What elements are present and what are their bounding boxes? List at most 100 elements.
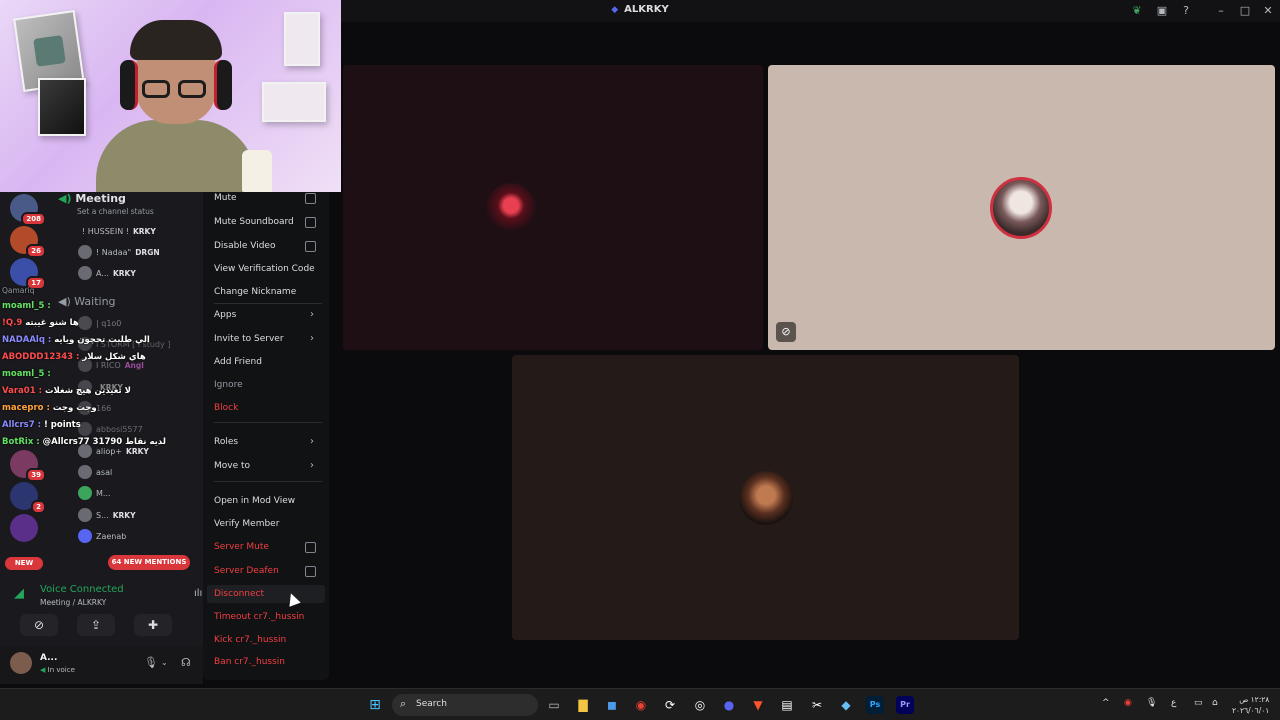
voice-user-name: ! HUSSEIN ! — [82, 226, 129, 236]
menu-item-timeout[interactable]: Timeout cr7._hussin — [214, 608, 322, 626]
chrome-icon[interactable]: ◉ — [632, 696, 650, 714]
menu-item-disable-video[interactable]: Disable Video — [214, 237, 322, 255]
avatar — [78, 486, 92, 500]
premiere-icon[interactable]: Pr — [896, 696, 914, 714]
voice-channel-meeting[interactable]: ◀) Meeting — [58, 192, 126, 205]
minimize-icon[interactable]: – — [1213, 3, 1229, 19]
menu-separator — [214, 303, 322, 304]
voice-user[interactable]: ! Nadaa" DRGN — [78, 244, 160, 260]
notepad-icon[interactable]: ▤ — [778, 696, 796, 714]
checkbox[interactable] — [305, 566, 316, 577]
menu-item-ignore[interactable]: Ignore — [214, 376, 322, 394]
brave-icon[interactable]: ▼ — [749, 696, 767, 714]
maximize-icon[interactable]: □ — [1237, 3, 1253, 19]
activities-button[interactable]: ✚ — [134, 614, 172, 636]
channel-name: Waiting — [74, 295, 116, 308]
chat-text: ها شنو غيبته — [25, 318, 79, 328]
menu-item-roles[interactable]: Roles › — [214, 433, 322, 451]
server-icon[interactable]: 17 — [10, 258, 46, 290]
tray-app-icon[interactable]: ◉ — [1124, 698, 1132, 708]
menu-item-kick[interactable]: Kick cr7._hussin — [214, 631, 322, 649]
new-pill[interactable]: NEW — [5, 557, 43, 570]
menu-item-move-to[interactable]: Move to › — [214, 457, 322, 475]
user-status-text: In voice — [47, 666, 75, 674]
taskbar-clock[interactable]: ١٢:٢٨ ص ٢٠٢٦/٠٦/٠١ — [1232, 694, 1269, 716]
discord-icon[interactable]: ● — [720, 696, 738, 714]
menu-item-mute-soundboard[interactable]: Mute Soundboard — [214, 213, 322, 231]
tray-mic-icon[interactable]: 🎙 — [1146, 698, 1157, 708]
menu-item-apps[interactable]: Apps › — [214, 306, 322, 324]
menu-item-verify-member[interactable]: Verify Member — [214, 515, 322, 533]
checkbox[interactable] — [305, 193, 316, 204]
camera-off-button[interactable]: ⊘ — [20, 614, 58, 636]
award-frame — [284, 12, 320, 66]
signal-icon[interactable]: ◢ — [14, 586, 24, 601]
menu-item-invite-to-server[interactable]: Invite to Server › — [214, 330, 322, 348]
chat-user: macepro : — [2, 403, 50, 413]
menu-item-open-in-mod-view[interactable]: Open in Mod View — [214, 492, 322, 510]
channel-status[interactable]: Set a channel status — [77, 207, 154, 216]
tray-expand-icon[interactable]: ^ — [1102, 698, 1110, 708]
voice-user[interactable]: M... — [78, 485, 111, 501]
chat-text: وجت وجت — [52, 403, 97, 413]
menu-item-add-friend[interactable]: Add Friend — [214, 353, 322, 371]
capcut-icon[interactable]: ✂ — [808, 696, 826, 714]
voice-user[interactable]: A... KRKY — [78, 265, 136, 281]
video-tile[interactable]: ⊘ — [768, 65, 1275, 350]
inbox-icon[interactable]: ▣ — [1154, 3, 1170, 19]
soundboard-icon[interactable]: ılı — [194, 588, 202, 599]
menu-item-block[interactable]: Block — [214, 399, 322, 417]
close-icon[interactable]: ✕ — [1260, 3, 1276, 19]
avatar[interactable] — [10, 652, 32, 674]
server-icon[interactable]: 208 — [10, 194, 46, 226]
menu-item-server-mute[interactable]: Server Mute — [214, 538, 322, 556]
voice-user[interactable]: asal — [78, 464, 112, 480]
screenshare-button[interactable]: ⇪ — [77, 614, 115, 636]
menu-item-mute[interactable]: Mute — [214, 189, 322, 207]
app-icon[interactable]: ⟳ — [661, 696, 679, 714]
server-badge: 26 — [26, 244, 46, 258]
windows-start-icon[interactable]: ⊞ — [366, 696, 384, 714]
microphone-icon[interactable]: 🎙 — [144, 656, 158, 669]
voice-user[interactable]: | q1o0 — [78, 315, 121, 331]
video-tile[interactable] — [512, 355, 1019, 640]
menu-item-disconnect[interactable]: Disconnect — [207, 585, 325, 603]
language-icon[interactable]: ع — [1171, 698, 1176, 708]
voice-channel-waiting[interactable]: ◀) Waiting — [58, 295, 116, 308]
help-icon[interactable]: ? — [1178, 3, 1194, 19]
checkbox[interactable] — [305, 542, 316, 553]
menu-item-change-nickname[interactable]: Change Nickname — [214, 283, 322, 301]
chevron-right-icon: › — [310, 460, 314, 471]
photoshop-icon[interactable]: Ps — [866, 696, 884, 714]
obs-icon[interactable]: ◎ — [691, 696, 709, 714]
file-explorer-icon[interactable]: ▇ — [574, 696, 592, 714]
voice-user[interactable]: Zaenab — [78, 528, 126, 544]
task-view-icon[interactable]: ▭ — [545, 696, 563, 714]
menu-item-view-verification-code[interactable]: View Verification Code — [214, 260, 322, 278]
server-icon[interactable]: 26 — [10, 226, 46, 258]
menu-item-server-deafen[interactable]: Server Deafen — [214, 562, 322, 580]
voice-location[interactable]: Meeting / ALKRKY — [40, 598, 106, 607]
headphones-icon[interactable]: ☊ — [181, 656, 191, 669]
server-icon[interactable]: 2 — [10, 482, 46, 514]
new-mentions-pill[interactable]: 64 NEW MENTIONS — [108, 555, 190, 570]
voice-user[interactable]: abbosi5577 — [78, 421, 143, 437]
checkbox[interactable] — [305, 217, 316, 228]
voice-user[interactable]: ! HUSSEIN ! KRKY — [82, 223, 156, 239]
checkbox[interactable] — [305, 241, 316, 252]
menu-item-ban[interactable]: Ban cr7._hussin — [214, 653, 322, 671]
display-icon[interactable]: ▭ — [1194, 698, 1203, 708]
server-icon[interactable]: 39 — [10, 450, 46, 482]
store-icon[interactable]: ◼ — [603, 696, 621, 714]
nitro-leaf-icon[interactable]: ❦ — [1129, 3, 1145, 19]
network-icon[interactable]: ⌂ — [1212, 698, 1218, 708]
voice-user[interactable]: S... KRKY — [78, 507, 136, 523]
avatar — [78, 266, 92, 280]
taskbar-search[interactable]: ⌕ Search — [392, 694, 538, 716]
chevron-down-icon[interactable]: ⌄ — [161, 658, 168, 667]
video-tile[interactable] — [343, 65, 763, 350]
steam-icon[interactable]: ◆ — [837, 696, 855, 714]
server-icon[interactable] — [10, 514, 38, 542]
avatar — [78, 316, 92, 330]
cup — [242, 150, 272, 192]
